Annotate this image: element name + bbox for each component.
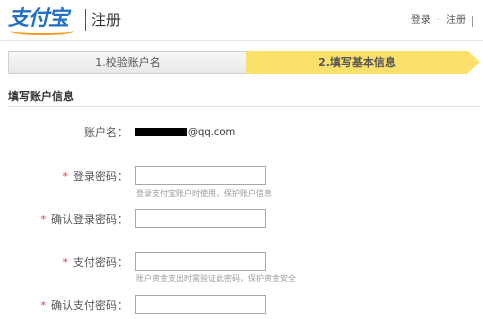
- account-name-label-text: 账户名：: [84, 126, 128, 139]
- login-password-label: * 登录密码：: [63, 170, 129, 184]
- login-password-label-text: 登录密码：: [73, 170, 128, 183]
- required-star: *: [62, 256, 69, 269]
- registration-steps: 1.校验账户名 2.填写基本信息: [8, 51, 480, 74]
- step-fill-basic-info: 2.填写基本信息: [246, 51, 468, 74]
- pay-password-input[interactable]: [135, 252, 266, 271]
- account-name-label: 账户名：: [84, 126, 128, 140]
- logo-swoosh-icon: [10, 27, 74, 35]
- header-divider: [85, 9, 86, 31]
- page-header: 支付宝 注册 登录 · 注册: [0, 0, 483, 41]
- required-star: *: [62, 170, 69, 183]
- login-link[interactable]: 登录: [411, 14, 431, 28]
- confirm-login-password-label: * 确认登录密码：: [41, 213, 129, 227]
- link-separator: ·: [436, 15, 440, 26]
- required-star: *: [40, 213, 47, 226]
- confirm-pay-password-label: * 确认支付密码：: [41, 299, 129, 313]
- register-link[interactable]: 注册: [446, 14, 466, 28]
- page-title: 注册: [91, 11, 122, 29]
- required-star: *: [40, 299, 47, 312]
- section-divider: [8, 106, 480, 107]
- login-password-input[interactable]: [135, 166, 266, 185]
- masked-account-redaction: [135, 128, 187, 136]
- section-title: 填写账户信息: [8, 90, 74, 103]
- account-name-value: @qq.com: [135, 126, 235, 140]
- header-links: 登录 · 注册: [411, 14, 473, 28]
- pay-password-hint: 账户资金支出时需验证此密码，保护资金安全: [136, 274, 296, 283]
- account-email-suffix: @qq.com: [188, 127, 236, 138]
- login-password-hint: 登录支付宝账户时使用，保护账户信息: [136, 189, 272, 198]
- confirm-login-password-label-text: 确认登录密码：: [51, 213, 128, 226]
- step-verify-account: 1.校验账户名: [8, 51, 247, 74]
- step-arrow-icon: [468, 51, 480, 73]
- pay-password-label-text: 支付密码：: [73, 256, 128, 269]
- pay-password-label: * 支付密码：: [63, 256, 129, 270]
- header-link-divider: [472, 15, 473, 27]
- confirm-login-password-input[interactable]: [135, 209, 266, 228]
- confirm-pay-password-label-text: 确认支付密码：: [51, 299, 128, 312]
- confirm-pay-password-input[interactable]: [135, 295, 266, 314]
